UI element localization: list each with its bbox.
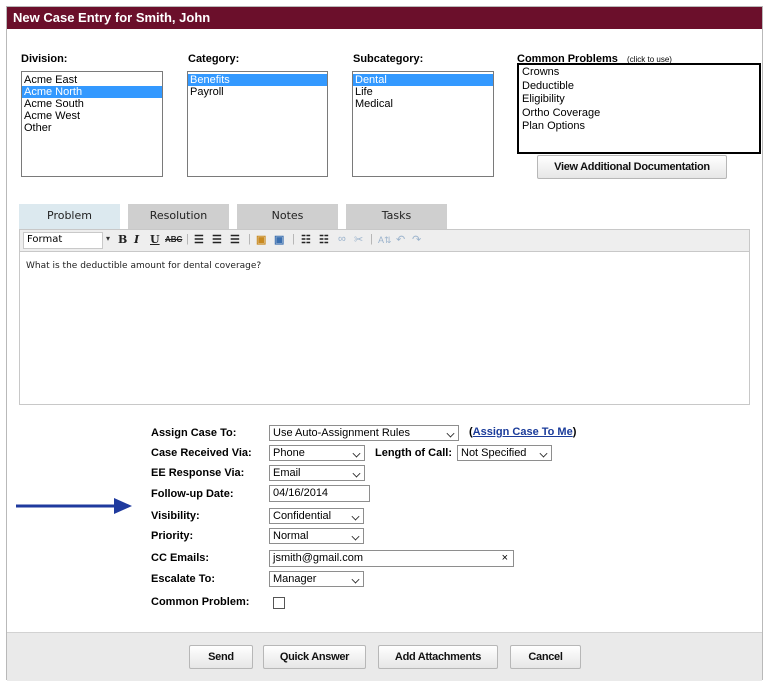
format-dropdown-arrow-icon[interactable]: ▾	[106, 234, 110, 243]
editor-content[interactable]: What is the deductible amount for dental…	[20, 252, 749, 280]
chevron-down-icon	[352, 469, 361, 478]
unlink-icon[interactable]: ✂	[354, 233, 363, 246]
assign-case-select[interactable]: Use Auto-Assignment Rules	[269, 425, 459, 441]
toolbar-separator: |	[370, 233, 373, 245]
subcategory-label: Subcategory:	[353, 53, 424, 65]
numbered-list-icon[interactable]: ☷	[319, 233, 329, 246]
underline-icon[interactable]: U	[150, 233, 160, 246]
common-problem-item[interactable]: Plan Options	[522, 120, 756, 134]
bullet-list-icon[interactable]: ☷	[301, 233, 311, 246]
priority-label: Priority:	[151, 530, 194, 542]
toolbar-separator: |	[248, 233, 251, 245]
rich-text-editor: Format ▾ B I U ABC | ☰ ☰ ☰ | ▣ ▣ | ☷ ☷ ∞…	[19, 229, 750, 405]
escalate-to-select[interactable]: Manager	[269, 571, 364, 587]
escalate-to-value: Manager	[273, 573, 317, 585]
subcategory-option-selected[interactable]: Dental	[353, 74, 493, 86]
subcategory-option[interactable]: Life	[353, 86, 493, 98]
ee-response-value: Email	[273, 467, 301, 479]
clear-icon[interactable]: ×	[502, 551, 508, 566]
format-dropdown[interactable]: Format	[23, 232, 103, 249]
quick-answer-button[interactable]: Quick Answer	[263, 645, 366, 669]
ee-response-label: EE Response Via:	[151, 467, 245, 479]
category-option[interactable]: Payroll	[188, 86, 327, 98]
common-problem-label: Common Problem:	[151, 596, 250, 608]
common-problem-item[interactable]: Eligibility	[522, 93, 756, 107]
case-received-select[interactable]: Phone	[269, 445, 365, 461]
length-of-call-value: Not Specified	[461, 447, 527, 459]
case-entry-dialog: New Case Entry for Smith, John Division:…	[6, 6, 763, 681]
priority-value: Normal	[273, 530, 309, 542]
division-label: Division:	[21, 53, 68, 65]
link-icon[interactable]: ∞	[338, 233, 346, 245]
length-of-call-label: Length of Call:	[375, 447, 452, 459]
align-center-icon[interactable]: ☰	[212, 233, 222, 246]
spellcheck-icon[interactable]: A⇅	[378, 235, 392, 246]
assign-case-label: Assign Case To:	[151, 427, 237, 439]
redo-icon[interactable]: ↷	[412, 233, 421, 246]
tab-notes[interactable]: Notes	[237, 204, 338, 229]
strikethrough-icon[interactable]: ABC	[165, 235, 182, 244]
visibility-value: Confidential	[273, 510, 332, 522]
assign-to-me-link[interactable]: Assign Case To Me	[473, 426, 573, 438]
tab-problem[interactable]: Problem	[19, 204, 120, 229]
common-problem-item[interactable]: Crowns	[522, 66, 756, 80]
subcategory-listbox[interactable]: Dental Life Medical	[352, 71, 494, 177]
toolbar-separator: |	[292, 233, 295, 245]
visibility-select[interactable]: Confidential	[269, 508, 364, 524]
editor-toolbar: Format ▾ B I U ABC | ☰ ☰ ☰ | ▣ ▣ | ☷ ☷ ∞…	[20, 230, 749, 252]
cc-emails-label: CC Emails:	[151, 552, 210, 564]
toolbar-separator: |	[186, 233, 189, 245]
ee-response-select[interactable]: Email	[269, 465, 365, 481]
division-option[interactable]: Acme East	[22, 74, 162, 86]
annotation-arrow-icon	[16, 498, 132, 514]
chevron-down-icon	[352, 449, 361, 458]
assign-to-me-group: (Assign Case To Me)	[469, 426, 577, 438]
align-left-icon[interactable]: ☰	[194, 233, 204, 246]
undo-icon[interactable]: ↶	[396, 233, 405, 246]
dialog-footer: Send Quick Answer Add Attachments Cancel	[7, 632, 762, 681]
tab-resolution[interactable]: Resolution	[128, 204, 229, 229]
category-label: Category:	[188, 53, 240, 65]
chevron-down-icon	[351, 532, 360, 541]
italic-icon[interactable]: I	[134, 233, 139, 246]
cc-emails-input[interactable]: jsmith@gmail.com ×	[269, 550, 514, 567]
subcategory-option[interactable]: Medical	[353, 98, 493, 110]
case-received-value: Phone	[273, 447, 305, 459]
category-listbox[interactable]: Benefits Payroll	[187, 71, 328, 177]
bold-icon[interactable]: B	[118, 233, 127, 246]
chevron-down-icon	[446, 429, 455, 438]
division-option[interactable]: Acme West	[22, 110, 162, 122]
division-listbox[interactable]: Acme East Acme North Acme South Acme Wes…	[21, 71, 163, 177]
assign-case-value: Use Auto-Assignment Rules	[273, 427, 410, 439]
follow-up-date-label: Follow-up Date:	[151, 488, 234, 500]
division-option[interactable]: Acme South	[22, 98, 162, 110]
division-option[interactable]: Other	[22, 122, 162, 134]
cc-emails-value: jsmith@gmail.com	[273, 552, 364, 564]
send-button[interactable]: Send	[189, 645, 253, 669]
follow-up-date-input[interactable]: 04/16/2014	[269, 485, 370, 502]
chevron-down-icon	[539, 449, 548, 458]
visibility-label: Visibility:	[151, 510, 200, 522]
length-of-call-select[interactable]: Not Specified	[457, 445, 552, 461]
tab-tasks[interactable]: Tasks	[346, 204, 447, 229]
view-documentation-button[interactable]: View Additional Documentation	[537, 155, 727, 179]
division-option-selected[interactable]: Acme North	[22, 86, 162, 98]
case-received-label: Case Received Via:	[151, 447, 252, 459]
cancel-button[interactable]: Cancel	[510, 645, 581, 669]
common-problems-list: Crowns Deductible Eligibility Ortho Cove…	[517, 63, 761, 154]
category-option-selected[interactable]: Benefits	[188, 74, 327, 86]
align-right-icon[interactable]: ☰	[230, 233, 240, 246]
chevron-down-icon	[351, 575, 360, 584]
common-problem-item[interactable]: Deductible	[522, 80, 756, 94]
priority-select[interactable]: Normal	[269, 528, 364, 544]
common-problem-item[interactable]: Ortho Coverage	[522, 107, 756, 121]
add-attachments-button[interactable]: Add Attachments	[378, 645, 498, 669]
paste-icon[interactable]: ▣	[256, 233, 266, 246]
chevron-down-icon	[351, 512, 360, 521]
escalate-to-label: Escalate To:	[151, 573, 215, 585]
common-problem-checkbox[interactable]	[273, 597, 285, 609]
paste-word-icon[interactable]: ▣	[274, 233, 284, 246]
dialog-title: New Case Entry for Smith, John	[7, 7, 762, 29]
